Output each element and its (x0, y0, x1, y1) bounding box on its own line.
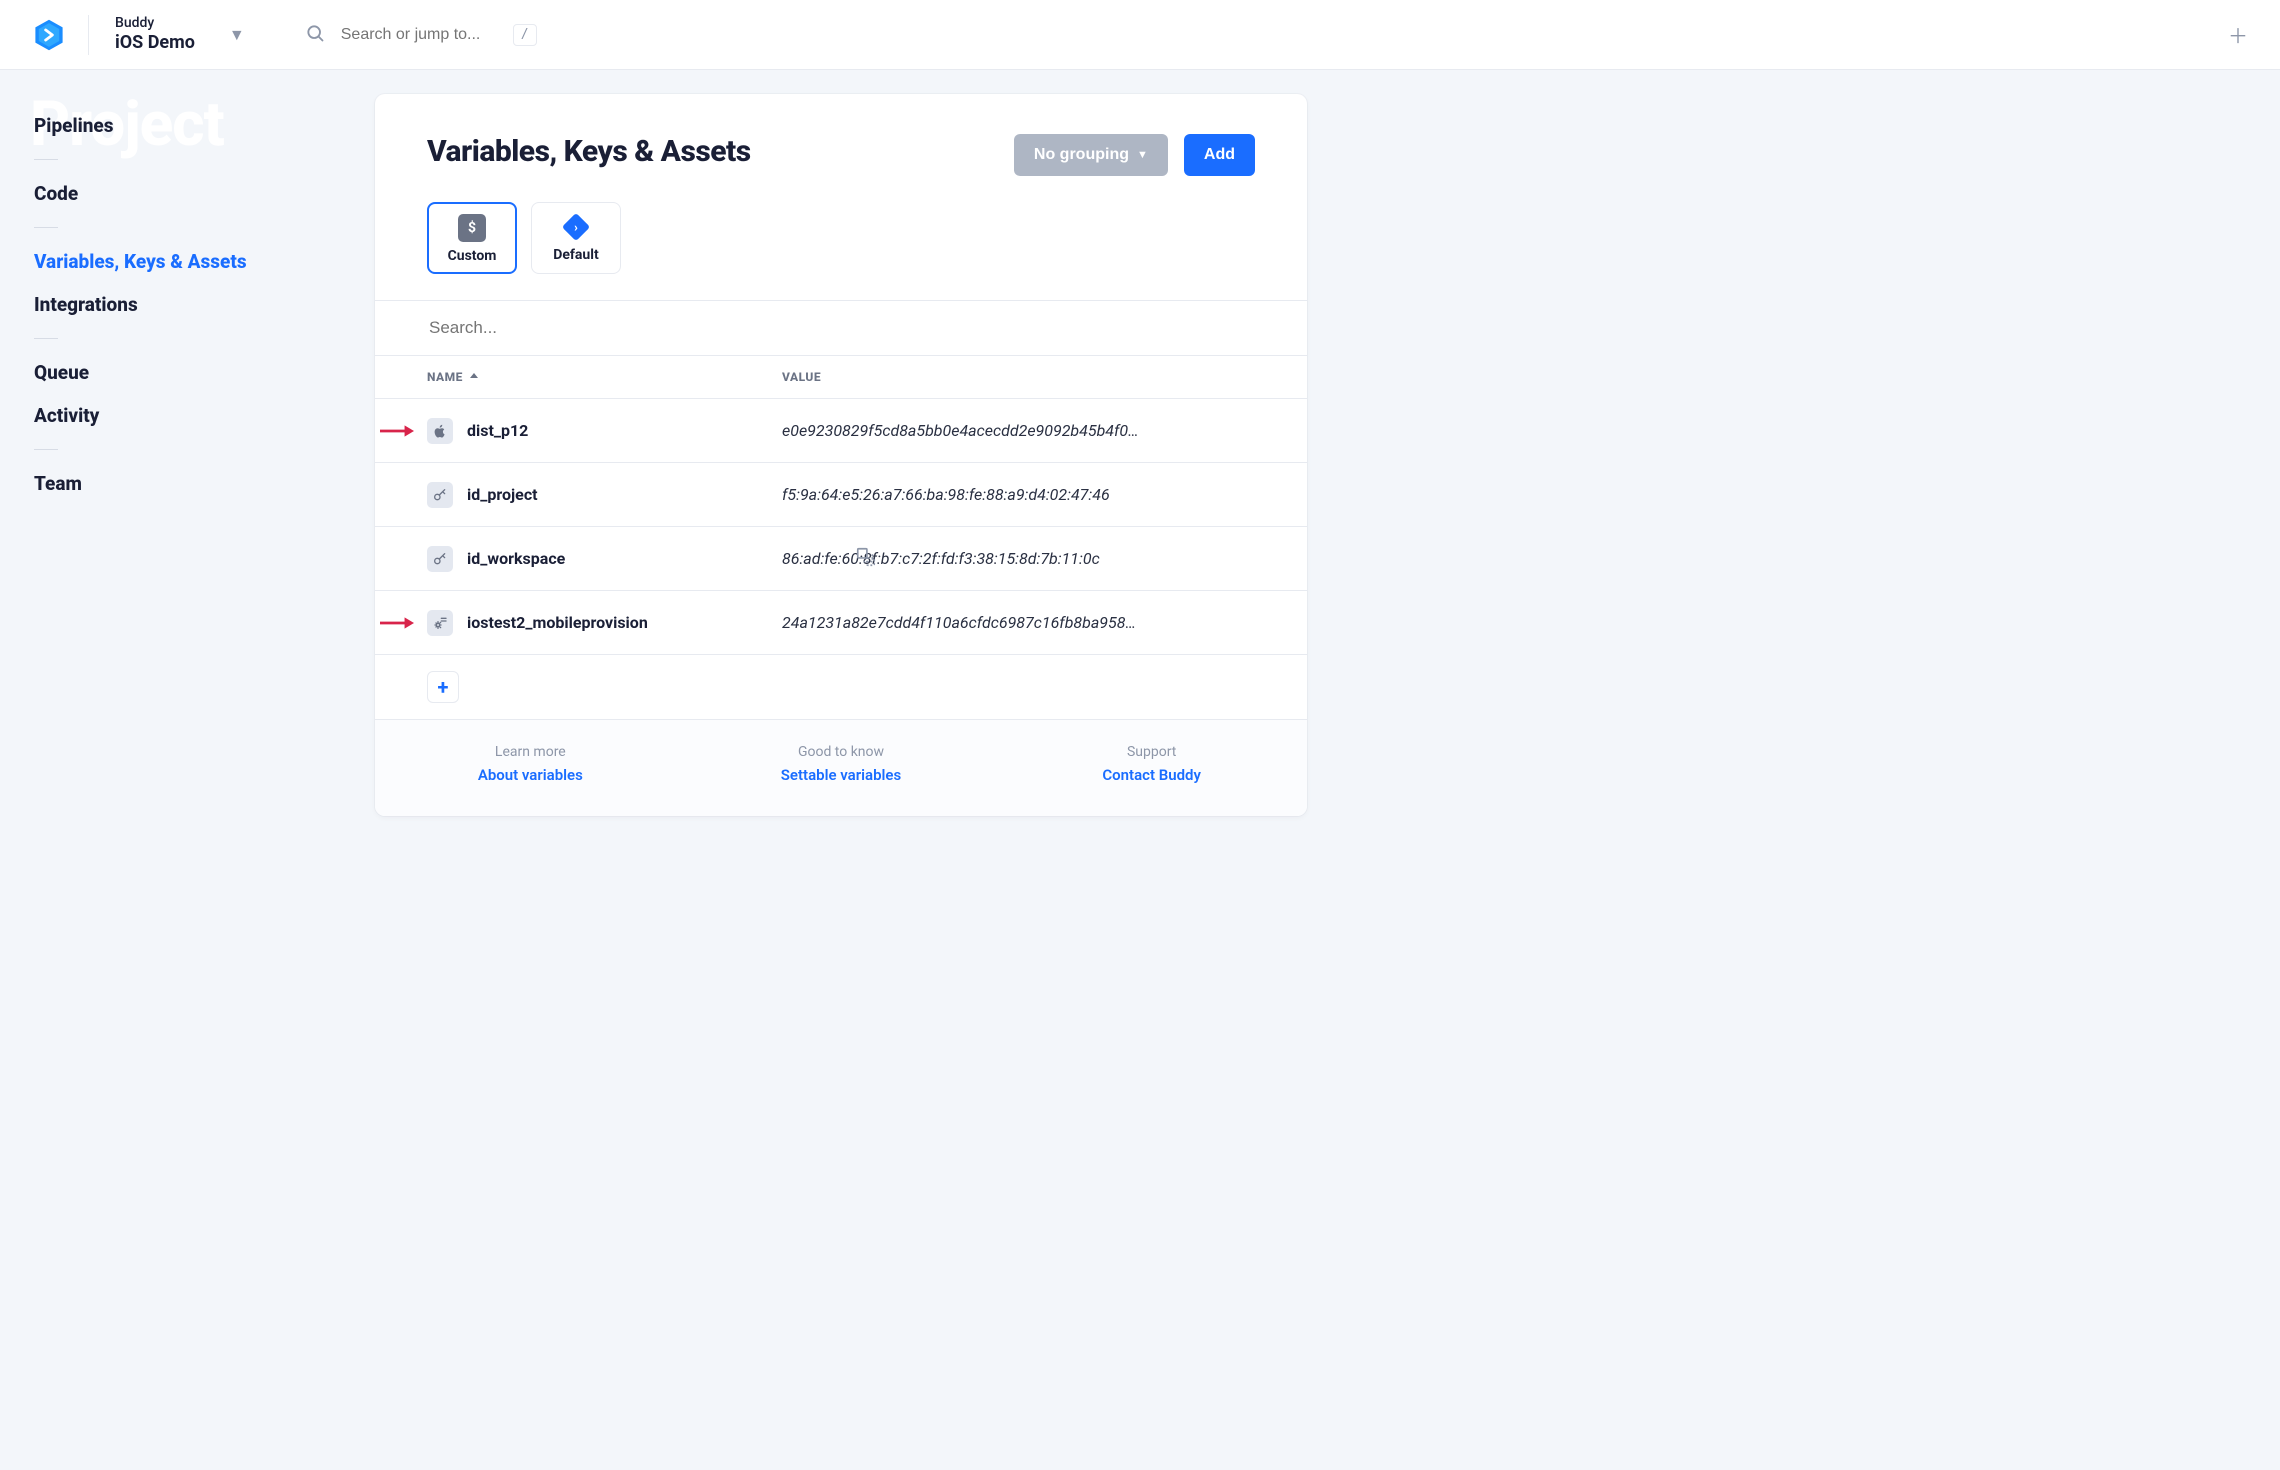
dollar-icon: $ (458, 214, 486, 242)
variable-name: id_workspace (467, 549, 565, 568)
grouping-button[interactable]: No grouping ▼ (1014, 134, 1168, 176)
sidebar-item-queue[interactable]: Queue (34, 351, 341, 394)
buddy-logo[interactable] (32, 18, 66, 52)
main: Variables, Keys & Assets No grouping ▼ A… (375, 70, 1335, 856)
variable-value: e0e9230829f5cd8a5bb0e4acecdd2e9092b45b4f… (782, 421, 1267, 440)
sidebar-item-pipelines[interactable]: Pipelines (34, 104, 341, 147)
footer-link-about[interactable]: About variables (375, 766, 686, 784)
variable-value: 24a1231a82e7cdd4f110a6cfdc6987c16fb8ba95… (782, 613, 1267, 632)
footer-col1-title: Learn more (375, 744, 686, 760)
topbar-add-icon[interactable]: ＋ (2228, 20, 2248, 49)
variables-search-input[interactable] (427, 317, 1255, 339)
sidebar-item-activity[interactable]: Activity (34, 394, 341, 437)
apple-icon (427, 418, 453, 444)
grouping-label: No grouping (1034, 146, 1129, 164)
search-input[interactable] (339, 25, 499, 45)
project-name: iOS Demo (115, 32, 195, 54)
project-dropdown-icon[interactable]: ▼ (229, 25, 245, 45)
column-name[interactable]: NAME (427, 370, 782, 384)
footer-link-contact[interactable]: Contact Buddy (996, 766, 1307, 784)
table-row[interactable]: iostest2_mobileprovision 24a1231a82e7cdd4… (375, 591, 1307, 655)
footer-col2-title: Good to know (686, 744, 997, 760)
card-footer: Learn more About variables Good to know … (375, 719, 1307, 816)
duplicate-icon[interactable] (855, 546, 877, 572)
brand-divider (88, 15, 89, 55)
tab-default[interactable]: › Default (531, 202, 621, 274)
page-title: Variables, Keys & Assets (427, 134, 998, 169)
search-icon (305, 23, 325, 47)
sort-asc-icon (469, 370, 479, 384)
chevron-down-icon: ▼ (1137, 149, 1148, 161)
table-row[interactable]: id_project f5:9a:64:e5:26:a7:66:ba:98:fe:… (375, 463, 1307, 527)
variable-name: id_project (467, 485, 538, 504)
key-icon (427, 546, 453, 572)
table-row[interactable]: dist_p12 e0e9230829f5cd8a5bb0e4acecdd2e90… (375, 399, 1307, 463)
brand-block[interactable]: Buddy iOS Demo (115, 15, 195, 53)
global-search[interactable]: / (305, 23, 537, 47)
add-row-button[interactable]: + (427, 671, 459, 703)
topbar: Buddy iOS Demo ▼ / ＋ (0, 0, 2280, 70)
sidebar-item-team[interactable]: Team (34, 462, 341, 505)
annotation-arrow-icon (380, 616, 414, 630)
annotation-arrow-icon (380, 424, 414, 438)
table-row[interactable]: id_workspace86:ad:fe:60:8f:b7:c7:2f:fd:f… (375, 527, 1307, 591)
column-value[interactable]: VALUE (782, 370, 1267, 384)
footer-col3-title: Support (996, 744, 1307, 760)
sidebar-item-code[interactable]: Code (34, 172, 341, 215)
variable-value: f5:9a:64:e5:26:a7:66:ba:98:fe:88:a9:d4:0… (782, 485, 1267, 504)
add-button[interactable]: Add (1184, 134, 1255, 176)
card: Variables, Keys & Assets No grouping ▼ A… (375, 94, 1307, 816)
search-shortcut: / (513, 24, 537, 46)
key-icon (427, 482, 453, 508)
gear-icon (427, 610, 453, 636)
sidebar-item-variables[interactable]: Variables, Keys & Assets (34, 240, 341, 283)
footer-link-settable[interactable]: Settable variables (686, 766, 997, 784)
variable-name: iostest2_mobileprovision (467, 613, 648, 632)
sidebar: Project Pipelines Code Variables, Keys &… (0, 70, 375, 539)
table-header: NAME VALUE (375, 356, 1307, 399)
sidebar-item-integrations[interactable]: Integrations (34, 283, 341, 326)
variable-name: dist_p12 (467, 421, 528, 440)
org-name: Buddy (115, 15, 195, 32)
tab-custom[interactable]: $ Custom (427, 202, 517, 274)
hex-icon: › (562, 213, 590, 241)
